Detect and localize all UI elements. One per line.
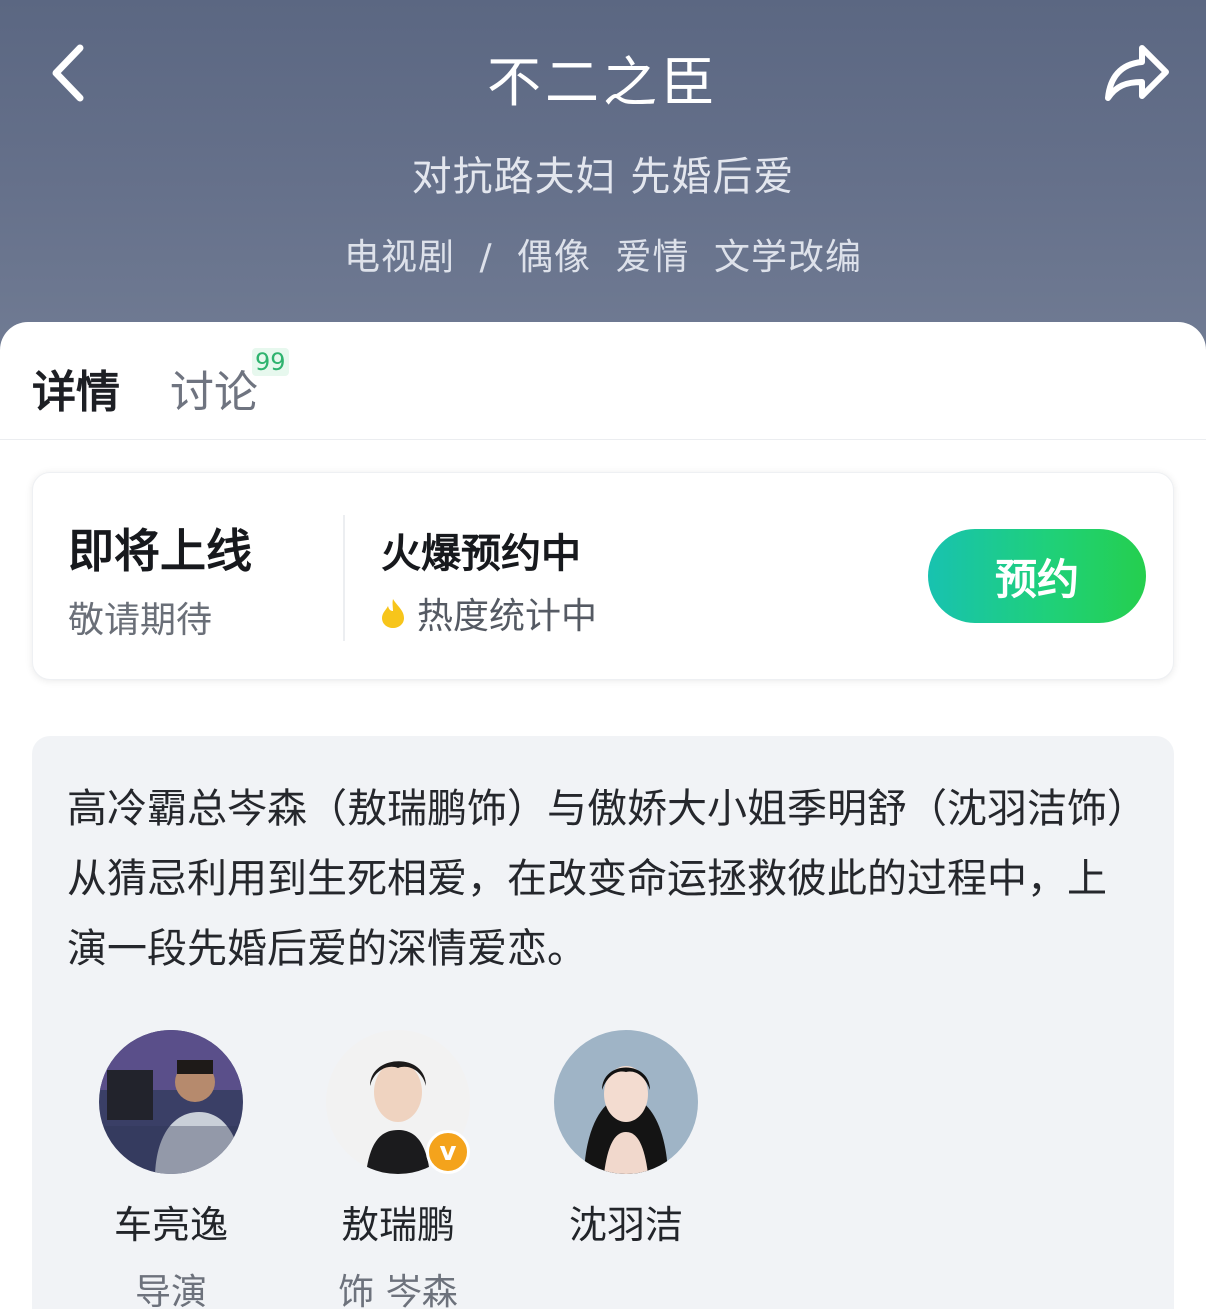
release-status: 即将上线 [68,524,252,578]
actress-photo [554,1030,698,1174]
cast-name: 车亮逸 [113,1203,228,1247]
cast-role: 导演 [134,1272,207,1309]
genre-tag: 文学改编 [713,237,862,278]
genre-tag: 偶像 [517,237,592,278]
drama-detail-page: 不二之臣 对抗路夫妇 先婚后爱 电视剧 / 偶像 爱情 文学改编 详情 讨论 9… [0,0,1206,1309]
release-status-card: 即将上线 敬请期待 火爆预约中 热度统计中 预约 [32,472,1174,680]
cast-name: 敖瑞鹏 [340,1203,455,1247]
cast-member-lead-actor[interactable]: v 敖瑞鹏 饰 岑森 [298,1030,498,1309]
verified-badge-icon: v [426,1130,470,1174]
tab-bar: 详情 讨论 99 [0,322,1206,440]
divider [343,515,345,641]
synopsis-text: 高冷霸总岑森（敖瑞鹏饰）与傲娇大小姐季明舒（沈羽洁饰）从猜忌利用到生死相爱，在改… [67,786,1127,972]
tab-details[interactable]: 详情 [32,356,120,420]
share-button[interactable] [1098,38,1178,108]
release-status-note: 敬请期待 [68,600,213,641]
heat-status: 热度统计中 [417,596,598,637]
tab-discussion[interactable]: 讨论 [170,356,258,420]
genre-separator: / [479,237,493,278]
discussion-count-badge: 99 [252,348,289,376]
reserve-button[interactable]: 预约 [928,529,1146,623]
cast-member-director[interactable]: 车亮逸 导演 [71,1030,271,1309]
header: 不二之臣 对抗路夫妇 先婚后爱 电视剧 / 偶像 爱情 文学改编 [0,0,1206,350]
reservation-status: 火爆预约中 [381,531,581,577]
flame-icon [382,599,404,628]
synopsis-panel: 高冷霸总岑森（敖瑞鹏饰）与傲娇大小姐季明舒（沈羽洁饰）从猜忌利用到生死相爱，在改… [32,736,1174,1309]
avatar [554,1030,698,1174]
cast-role: 饰 岑森 [338,1272,458,1309]
genre-category: 电视剧 [343,237,455,278]
content-sheet: 详情 讨论 99 即将上线 敬请期待 火爆预约中 热度统计中 预约 高冷霸总岑森… [0,322,1206,1309]
cast-name: 沈羽洁 [568,1203,683,1247]
cast-member-lead-actress[interactable]: 沈羽洁 [526,1030,726,1263]
share-icon [1105,45,1169,101]
tagline: 对抗路夫妇 先婚后爱 [411,154,795,200]
genre-tag: 爱情 [615,237,690,278]
page-title: 不二之臣 [487,51,719,114]
director-photo [99,1030,243,1174]
genre-line: 电视剧 / 偶像 爱情 文学改编 [0,228,1206,280]
avatar [99,1030,243,1174]
avatar: v [326,1030,470,1174]
